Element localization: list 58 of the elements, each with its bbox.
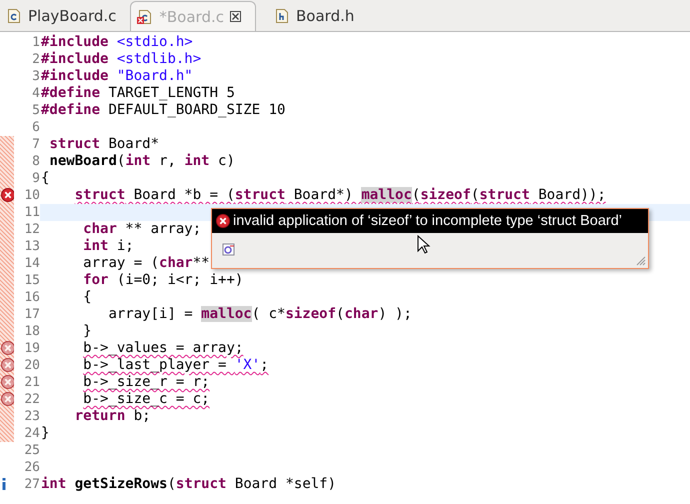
error-icon: [216, 214, 230, 228]
line-number: 19: [24, 340, 40, 357]
line-number: 8: [32, 153, 40, 170]
quick-fix-icon[interactable]: [222, 243, 236, 256]
line-number: 24: [24, 425, 40, 442]
line-number: 9: [32, 170, 40, 187]
editor-tab[interactable]: PlayBoard.c: [0, 1, 130, 31]
line-number: 3: [32, 68, 40, 85]
code-line: int getSizeRows(struct Board *self): [41, 476, 336, 493]
line-number: 5: [32, 102, 40, 119]
pointer-icon: [417, 235, 431, 255]
line-number: 7: [32, 136, 40, 153]
code-line: b->_size_r = r;: [82, 374, 210, 391]
code-line: #include <stdio.h>: [41, 34, 193, 51]
close-icon[interactable]: [230, 11, 241, 22]
code-line: b->_last_player = 'X';: [82, 357, 269, 374]
line-number: 6: [32, 119, 40, 136]
line-number: 2: [32, 51, 40, 68]
line-number: 10: [24, 187, 40, 204]
code-line: #include <stdlib.h>: [41, 51, 202, 68]
code-line: #define TARGET_LENGTH 5: [41, 85, 235, 102]
code-line: for (i=0; i<r; i++): [82, 272, 244, 289]
line-number: 20: [24, 357, 40, 374]
line-number: 18: [24, 323, 40, 340]
error-message: invalid application of ‘sizeof’ to incomplete type ‘struct Board’: [233, 213, 622, 229]
code-line: b->_size_c = c;: [82, 391, 210, 408]
line-number: 14: [24, 255, 40, 272]
code-line: b->_values = array;: [82, 340, 244, 357]
line-number: 13: [24, 238, 40, 255]
code-line: struct Board *b = (struct Board*) malloc(sizeof(struct Board));: [74, 187, 606, 204]
line-number: 23: [24, 408, 40, 425]
line-number: 11: [24, 204, 40, 221]
code-line: array[i] = malloc( c*sizeof(char) );: [107, 306, 412, 323]
line-number: 12: [24, 221, 40, 238]
line-number: 26: [24, 459, 40, 476]
resize-grip-icon[interactable]: [636, 256, 646, 266]
line-number: 15: [24, 272, 40, 289]
code-line: #include "Board.h": [41, 68, 193, 85]
code-line: struct Board*: [48, 136, 160, 153]
code-line: newBoard(int r, int c): [48, 153, 235, 170]
code-line: }: [41, 425, 50, 442]
code-line: {: [82, 289, 92, 306]
line-number: 1: [32, 34, 40, 51]
line-number: 22: [24, 391, 40, 408]
code-line: char ** array;: [82, 221, 202, 238]
line-number: 4: [32, 85, 40, 102]
code-line: #define DEFAULT_BOARD_SIZE 10: [41, 102, 286, 119]
code-line: return b;: [74, 408, 151, 425]
editor-tab[interactable]: Board.h: [268, 1, 368, 31]
line-number: 16: [24, 289, 40, 306]
line-number: 27: [24, 476, 40, 493]
line-number: 17: [24, 306, 40, 323]
code-line: array = (char**: [82, 255, 210, 272]
code-line: {: [41, 170, 50, 187]
code-line: }: [82, 323, 92, 340]
line-number: 21: [24, 374, 40, 391]
line-number: 25: [24, 442, 40, 459]
code-line: int i;: [82, 238, 134, 255]
